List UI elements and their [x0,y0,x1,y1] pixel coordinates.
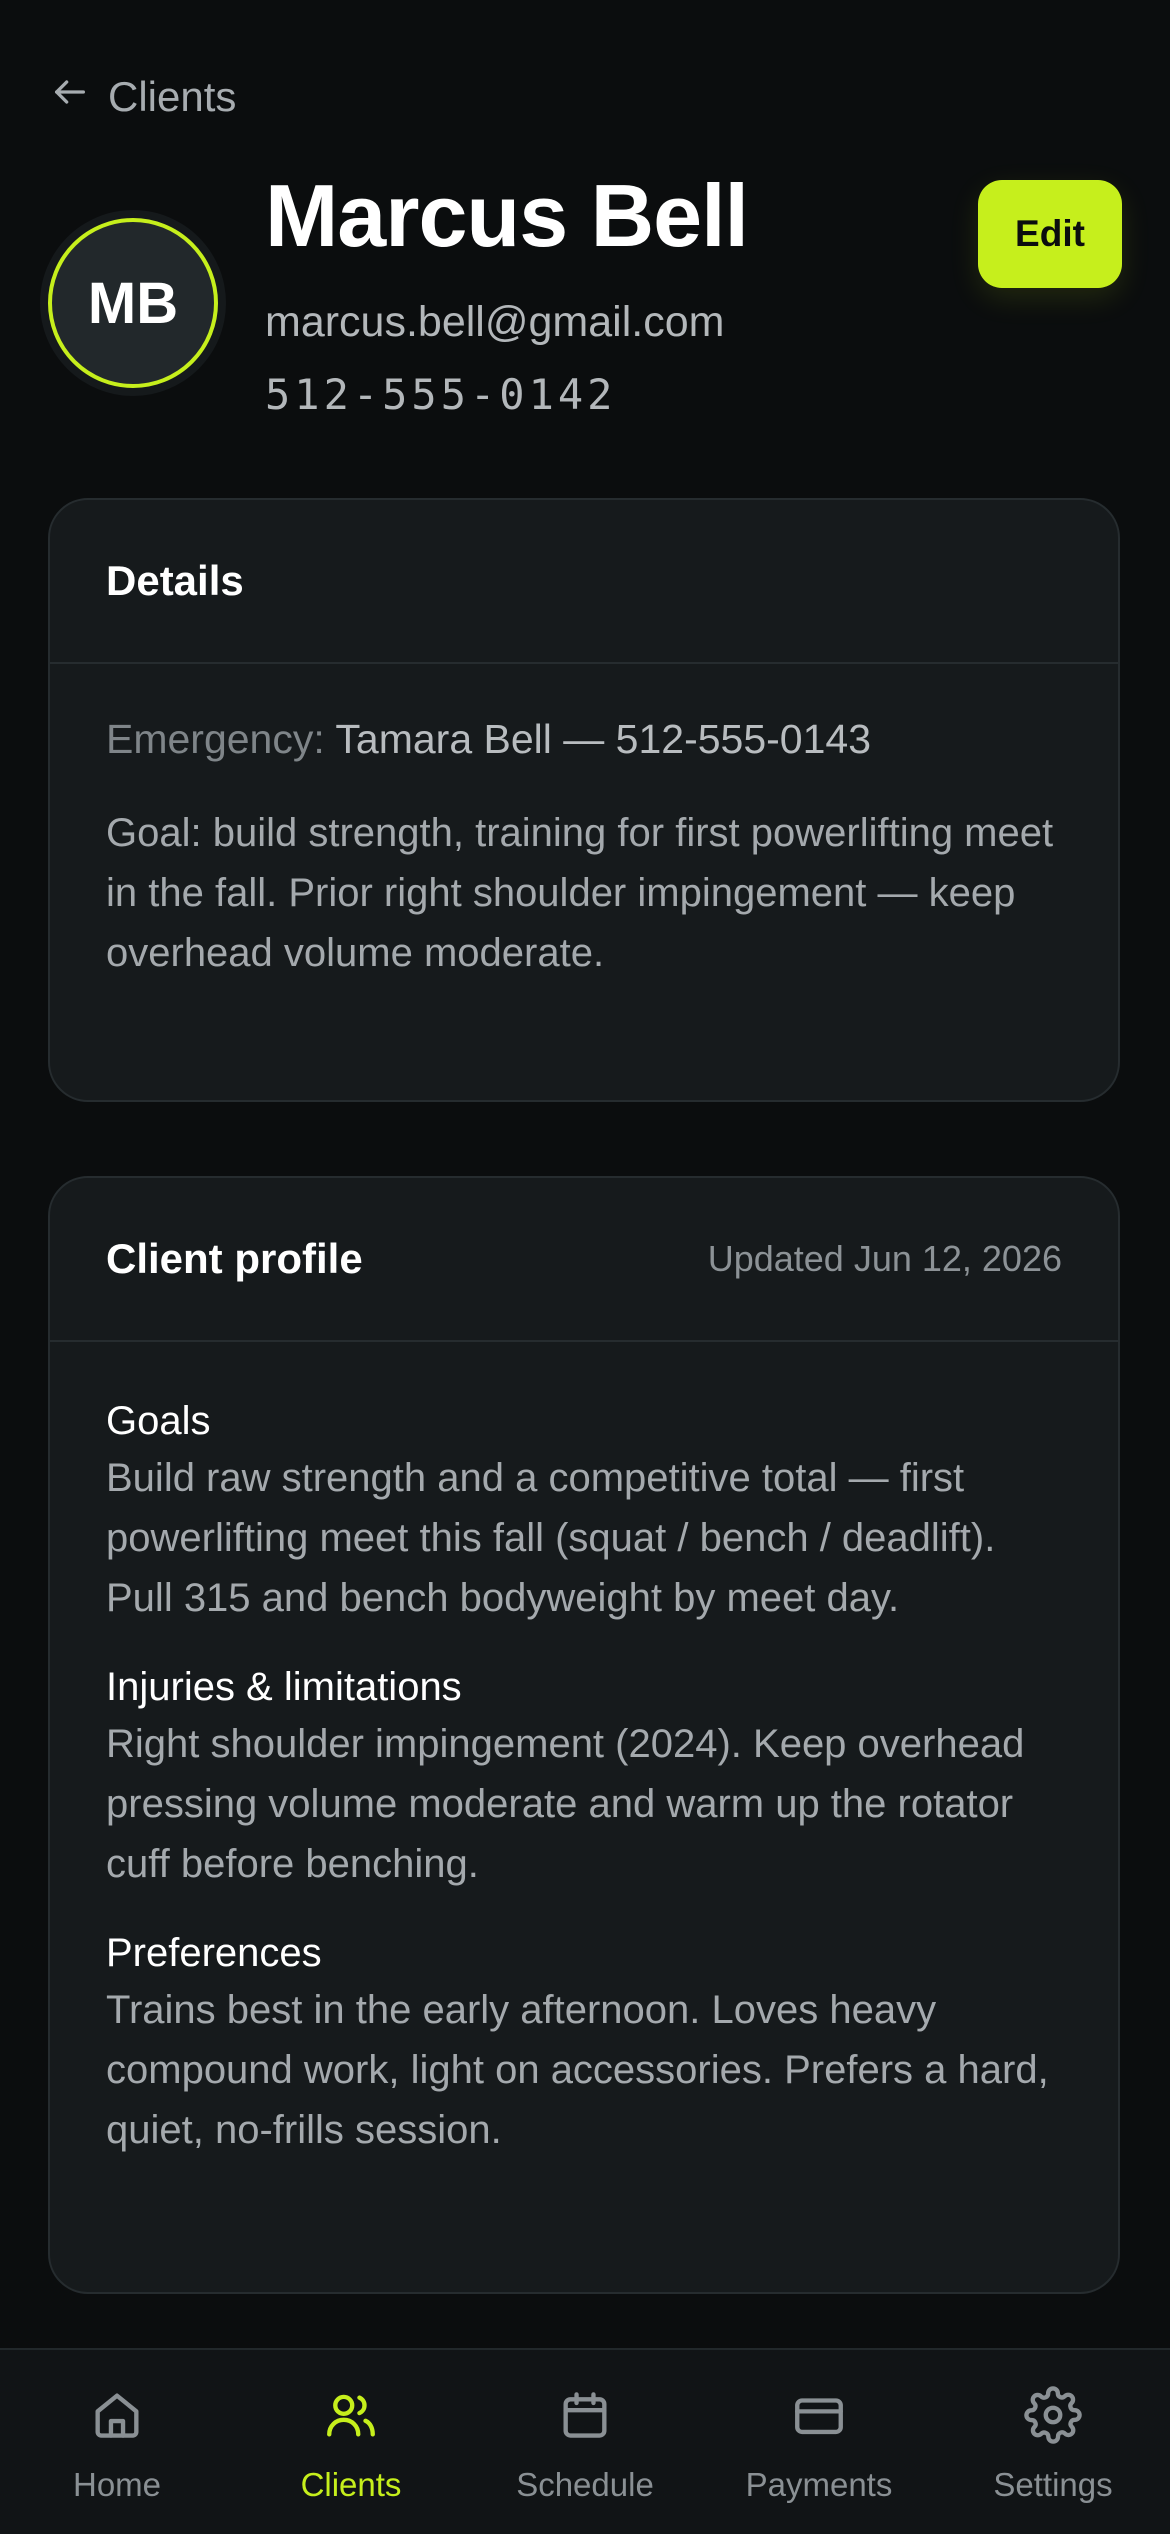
back-link-label: Clients [108,73,237,120]
calendar-icon [556,2386,614,2466]
tab-label: Clients [300,2466,402,2503]
edit-button[interactable]: Edit [978,180,1122,288]
details-card: Details Emergency: Tamara Bell — 512-555… [48,498,1120,1102]
back-link[interactable]: Clients [50,72,236,122]
tab-label: Payments [745,2466,893,2503]
tab-settings[interactable]: Settings [936,2350,1170,2534]
profile-section-goals: Goals Build raw strength and a competiti… [106,1394,1062,1628]
section-title: Preferences [106,1931,322,1975]
client-profile-card: Client profile Updated Jun 12, 2026 Goal… [48,1176,1120,2294]
section-text: Build raw strength and a competitive tot… [106,1456,996,1620]
section-title: Injuries & limitations [106,1665,462,1709]
updated-timestamp: Updated Jun 12, 2026 [707,1238,1062,1279]
emergency-contact: Emergency: Tamara Bell — 512-555-0143 [106,716,1062,763]
tab-home[interactable]: Home [0,2350,234,2534]
tab-label: Schedule [516,2466,654,2503]
tab-schedule[interactable]: Schedule [468,2350,702,2534]
profile-section-preferences: Preferences Trains best in the early aft… [106,1926,1062,2160]
client-profile-title: Client profile [106,1235,363,1282]
arrow-left-icon [50,72,90,122]
profile-section-injuries: Injuries & limitations Right shoulder im… [106,1660,1062,1894]
emergency-value: Tamara Bell — 512-555-0143 [335,716,872,762]
users-icon [322,2386,380,2466]
details-card-header: Details [50,500,1118,664]
client-email[interactable]: marcus.bell@gmail.com [265,298,724,347]
home-icon [88,2386,146,2466]
gear-icon [1024,2386,1082,2466]
tab-label: Home [72,2466,162,2503]
client-phone[interactable]: 512-555-0142 [265,370,616,419]
details-note: Goal: build strength, training for first… [106,811,1054,975]
bottom-tab-bar: Home Clients Schedule Payments Settings [0,2348,1170,2534]
section-title: Goals [106,1399,211,1443]
details-body: Emergency: Tamara Bell — 512-555-0143 Go… [50,664,1118,983]
tab-label: Settings [993,2466,1113,2503]
credit-card-icon [790,2386,848,2466]
tab-clients[interactable]: Clients [234,2350,468,2534]
avatar: MB [48,218,218,388]
client-profile-header: Client profile Updated Jun 12, 2026 [50,1178,1118,1342]
tab-payments[interactable]: Payments [702,2350,936,2534]
section-text: Right shoulder impingement (2024). Keep … [106,1722,1025,1886]
details-title: Details [106,557,244,604]
client-name: Marcus Bell [265,166,749,265]
client-profile-body: Goals Build raw strength and a competiti… [50,1342,1118,2160]
section-text: Trains best in the early afternoon. Love… [106,1988,1049,2152]
emergency-label: Emergency: [106,716,325,762]
